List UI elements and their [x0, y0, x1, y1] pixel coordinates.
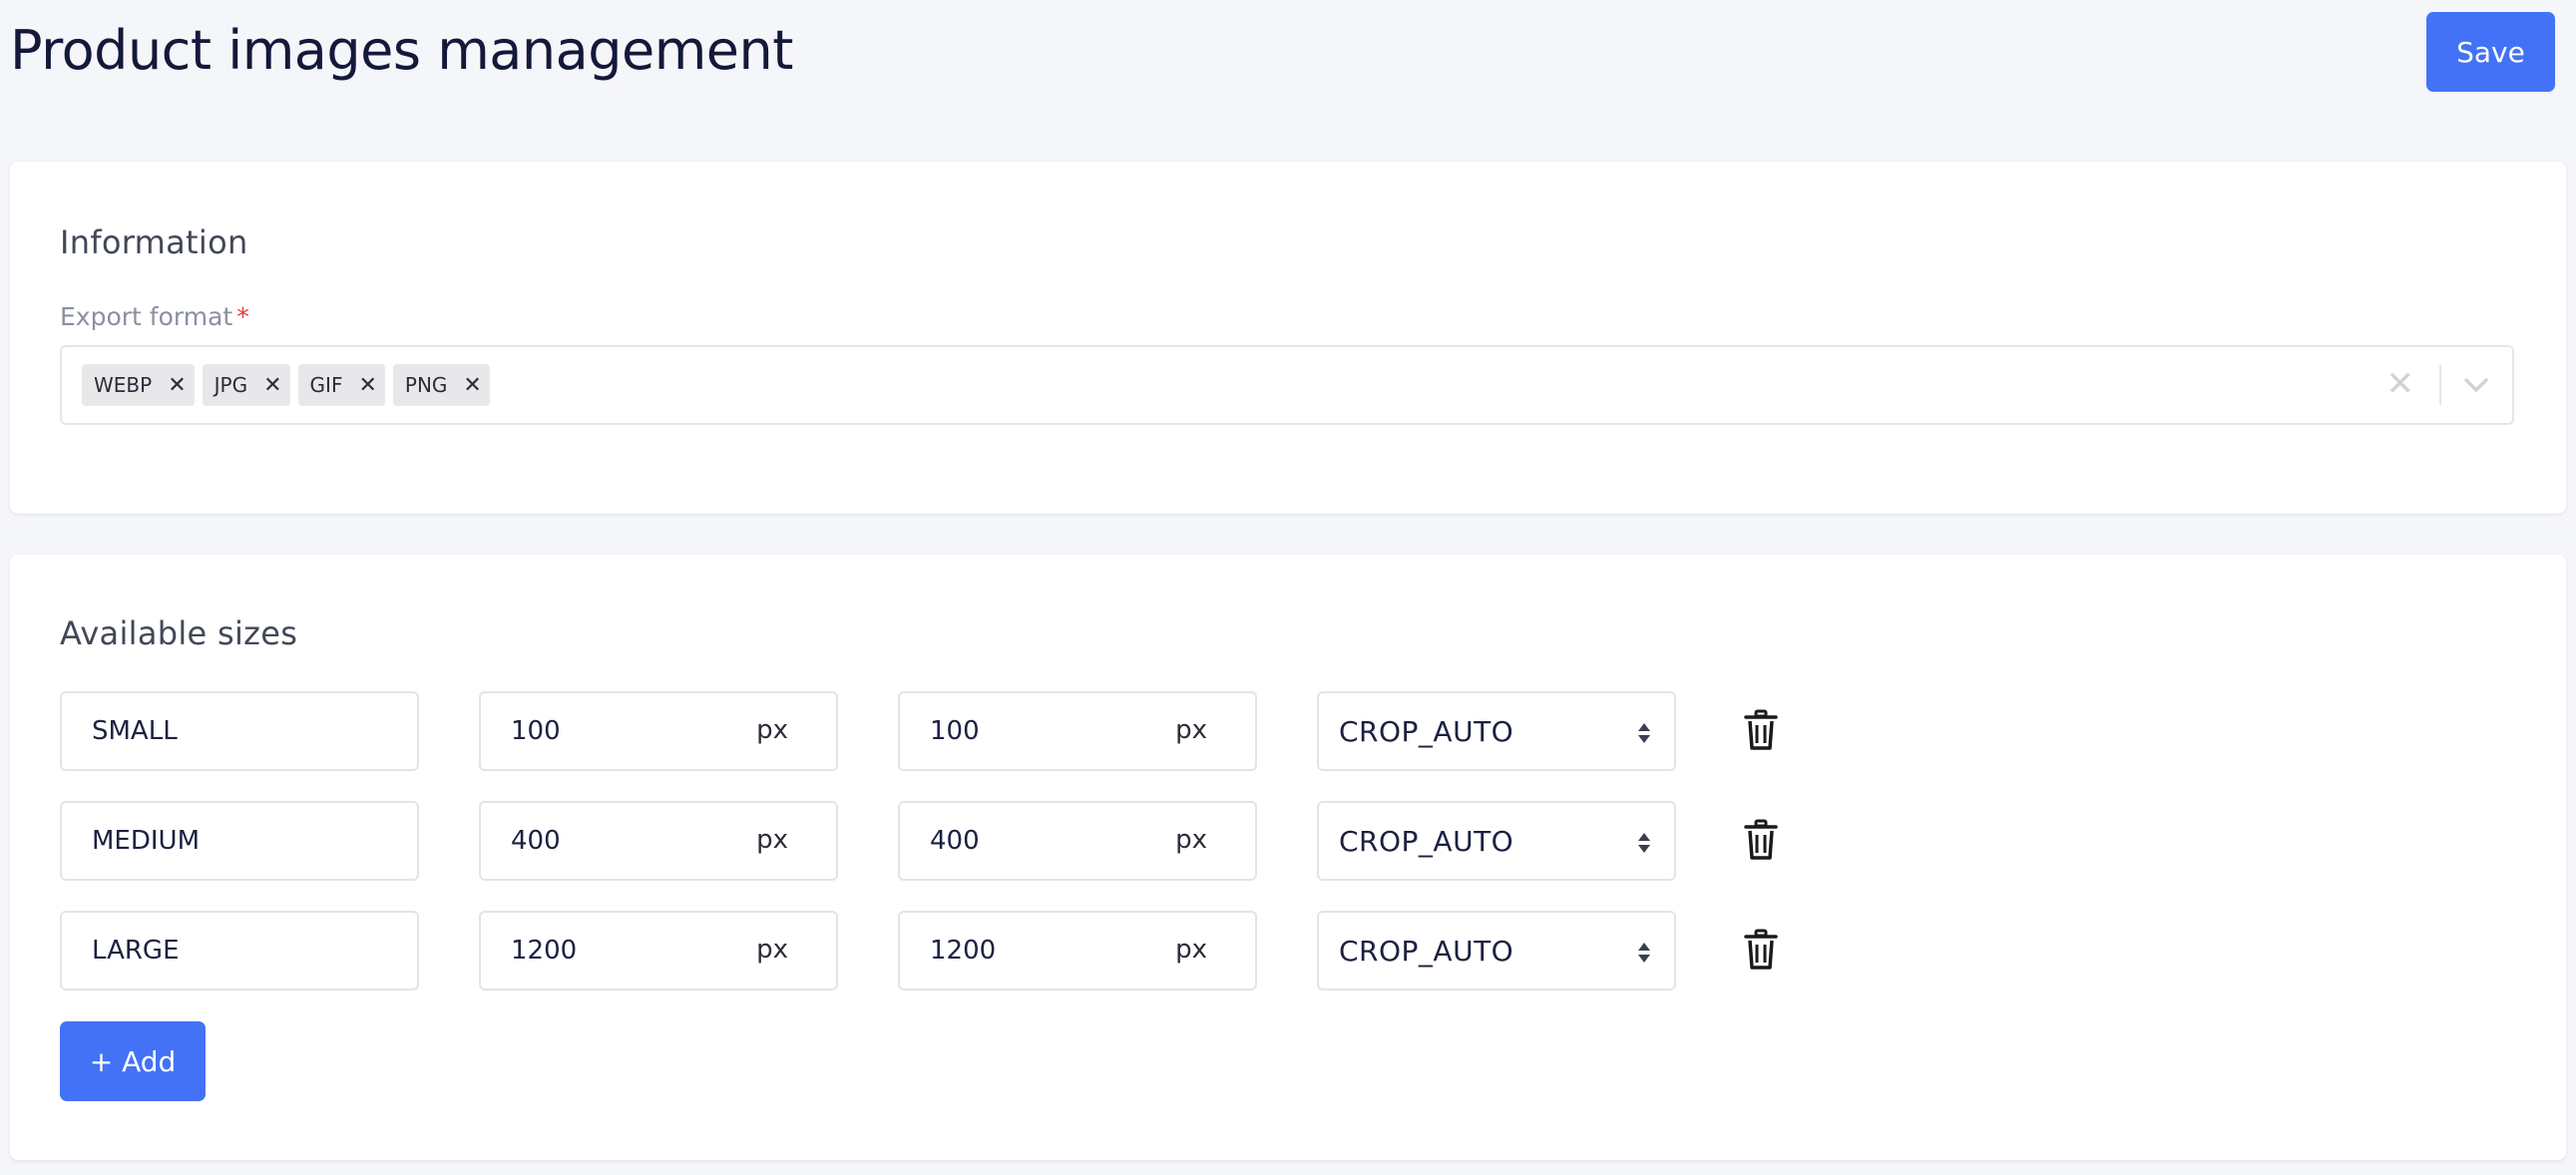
width-field: px [479, 801, 838, 881]
page: Product images management Save Informati… [0, 0, 2576, 1175]
width-input[interactable] [481, 693, 730, 769]
height-unit: px [1175, 715, 1207, 745]
chip-label: GIF [309, 373, 343, 397]
chip-jpg: JPG ✕ [202, 364, 290, 406]
close-icon[interactable]: ✕ [358, 373, 376, 398]
width-unit: px [756, 825, 788, 855]
chevron-down-icon[interactable] [2458, 369, 2494, 401]
sort-icon [1638, 833, 1650, 853]
chip-webp: WEBP ✕ [82, 364, 195, 406]
height-unit: px [1175, 825, 1207, 855]
close-icon[interactable]: ✕ [263, 373, 281, 398]
width-field: px [479, 911, 838, 990]
export-format-label: Export format * [60, 302, 249, 331]
export-format-label-text: Export format [60, 302, 233, 331]
chip-png: PNG ✕ [392, 364, 490, 406]
chip-label: PNG [404, 373, 448, 397]
size-name-input[interactable] [60, 691, 419, 771]
height-field: px [898, 691, 1257, 771]
save-button[interactable]: Save [2426, 12, 2555, 92]
select-divider [2439, 365, 2441, 405]
information-card: Information Export format * WEBP ✕ JPG ✕ … [10, 162, 2566, 514]
size-name-input[interactable] [60, 911, 419, 990]
width-input[interactable] [481, 803, 730, 879]
crop-mode-select[interactable]: CROP_AUTO [1317, 691, 1676, 771]
available-sizes-card: Available sizes px px CROP_AUTO [10, 555, 2566, 1160]
close-icon[interactable]: ✕ [463, 373, 481, 398]
crop-mode-value: CROP_AUTO [1339, 934, 1514, 968]
page-title: Product images management [10, 19, 793, 82]
information-title: Information [60, 223, 248, 261]
size-row: px px CROP_AUTO [60, 691, 1856, 771]
height-field: px [898, 911, 1257, 990]
width-unit: px [756, 935, 788, 965]
size-row: px px CROP_AUTO [60, 801, 1856, 881]
height-input[interactable] [900, 693, 1149, 769]
chip-list: WEBP ✕ JPG ✕ GIF ✕ PNG ✕ [82, 364, 490, 406]
crop-mode-value: CROP_AUTO [1339, 824, 1514, 858]
sort-icon [1638, 943, 1650, 963]
trash-icon[interactable] [1744, 709, 1778, 751]
crop-mode-value: CROP_AUTO [1339, 714, 1514, 748]
crop-mode-select[interactable]: CROP_AUTO [1317, 911, 1676, 990]
trash-icon[interactable] [1744, 819, 1778, 861]
export-format-select[interactable]: WEBP ✕ JPG ✕ GIF ✕ PNG ✕ ✕ [60, 345, 2514, 425]
chip-gif: GIF ✕ [297, 364, 385, 406]
close-icon[interactable]: ✕ [168, 373, 186, 398]
width-field: px [479, 691, 838, 771]
clear-all-icon[interactable]: ✕ [2386, 366, 2415, 402]
sort-icon [1638, 723, 1650, 743]
width-unit: px [756, 715, 788, 745]
height-input[interactable] [900, 913, 1149, 988]
trash-icon[interactable] [1744, 929, 1778, 971]
required-mark: * [236, 302, 249, 331]
available-sizes-title: Available sizes [60, 614, 298, 652]
chip-label: WEBP [94, 373, 153, 397]
size-name-input[interactable] [60, 801, 419, 881]
size-row: px px CROP_AUTO [60, 911, 1856, 990]
height-unit: px [1175, 935, 1207, 965]
add-size-button[interactable]: + Add [60, 1021, 206, 1101]
width-input[interactable] [481, 913, 730, 988]
height-field: px [898, 801, 1257, 881]
chip-label: JPG [214, 373, 248, 397]
crop-mode-select[interactable]: CROP_AUTO [1317, 801, 1676, 881]
height-input[interactable] [900, 803, 1149, 879]
